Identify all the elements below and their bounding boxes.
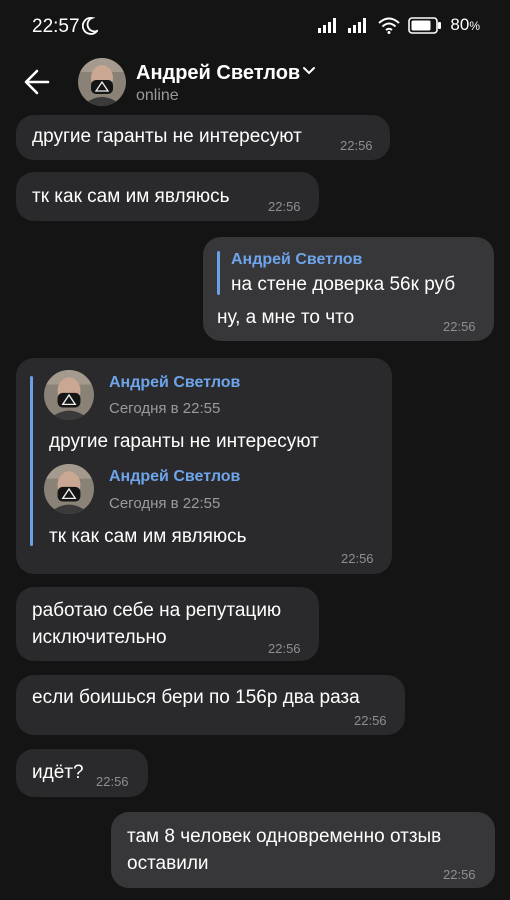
status-bar: 22:57 80%: [0, 0, 510, 56]
forward-text: другие гаранты не интересуют: [49, 431, 319, 452]
message-bubble-outgoing[interactable]: Андрей Светлов на стене доверка 56к руб …: [203, 237, 494, 341]
message-text: идёт?: [32, 762, 84, 783]
signal-strength-icon: [318, 18, 337, 33]
message-time: 22:56: [443, 867, 476, 882]
reply-quote-text: на стене доверка 56к руб: [231, 274, 456, 295]
chat-header: Андрей Светлов online: [0, 56, 510, 116]
message-text-line-1: работаю себе на репутацию: [32, 600, 282, 621]
message-time: 22:56: [341, 551, 374, 566]
message-text-line-1: там 8 человек одновременно отзыв: [127, 826, 442, 847]
forward-text: тк как сам им являюсь: [49, 526, 247, 547]
forward-author-avatar[interactable]: [44, 464, 94, 514]
message-time: 22:56: [96, 774, 129, 789]
message-bubble-forwarded[interactable]: Андрей Светлов Сегодня в 22:55 другие га…: [16, 358, 392, 574]
status-time: 22:57: [32, 16, 80, 37]
forward-author-name[interactable]: Андрей Светлов: [109, 468, 240, 486]
signal-strength-2-icon: [348, 18, 367, 33]
forward-author-name[interactable]: Андрей Светлов: [109, 374, 240, 392]
message-bubble-incoming[interactable]: другие гаранты не интересуют 22:56: [16, 115, 390, 160]
message-time: 22:56: [354, 713, 387, 728]
message-time: 22:56: [268, 199, 301, 214]
reply-quote-author[interactable]: Андрей Светлов: [231, 251, 362, 269]
contact-avatar[interactable]: [78, 58, 126, 106]
message-time: 22:56: [340, 138, 373, 153]
forward-date: Сегодня в 22:55: [109, 400, 221, 417]
message-bubble-incoming[interactable]: если боишься бери по 156р два раза 22:56: [16, 675, 405, 735]
message-text: ну, а мне то что: [217, 307, 355, 328]
message-time: 22:56: [443, 319, 476, 334]
back-arrow-icon[interactable]: [18, 62, 58, 102]
message-bubble-incoming[interactable]: тк как сам им являюсь 22:56: [16, 172, 319, 221]
message-text: другие гаранты не интересуют: [32, 126, 302, 147]
message-bubble-outgoing[interactable]: там 8 человек одновременно отзыв оставил…: [111, 812, 495, 888]
message-text-line-2: исключительно: [32, 627, 167, 648]
chevron-down-icon[interactable]: [302, 66, 316, 76]
message-bubble-incoming[interactable]: идёт? 22:56: [16, 749, 148, 797]
battery-icon: [408, 16, 442, 34]
message-text: если боишься бери по 156р два раза: [32, 687, 360, 708]
forward-author-avatar[interactable]: [44, 370, 94, 420]
forward-date: Сегодня в 22:55: [109, 495, 221, 512]
message-text: тк как сам им являюсь: [32, 186, 230, 207]
message-time: 22:56: [268, 641, 301, 656]
message-bubble-incoming[interactable]: работаю себе на репутацию исключительно …: [16, 587, 319, 661]
battery-percent: 80%: [450, 15, 480, 34]
forward-bar: [30, 376, 33, 546]
contact-name[interactable]: Андрей Светлов: [136, 62, 300, 85]
reply-quote-bar: [217, 251, 220, 295]
message-text-line-2: оставили: [127, 853, 209, 874]
wifi-icon: [378, 17, 401, 34]
contact-status: online: [136, 87, 179, 104]
do-not-disturb-moon-icon: [82, 17, 98, 35]
